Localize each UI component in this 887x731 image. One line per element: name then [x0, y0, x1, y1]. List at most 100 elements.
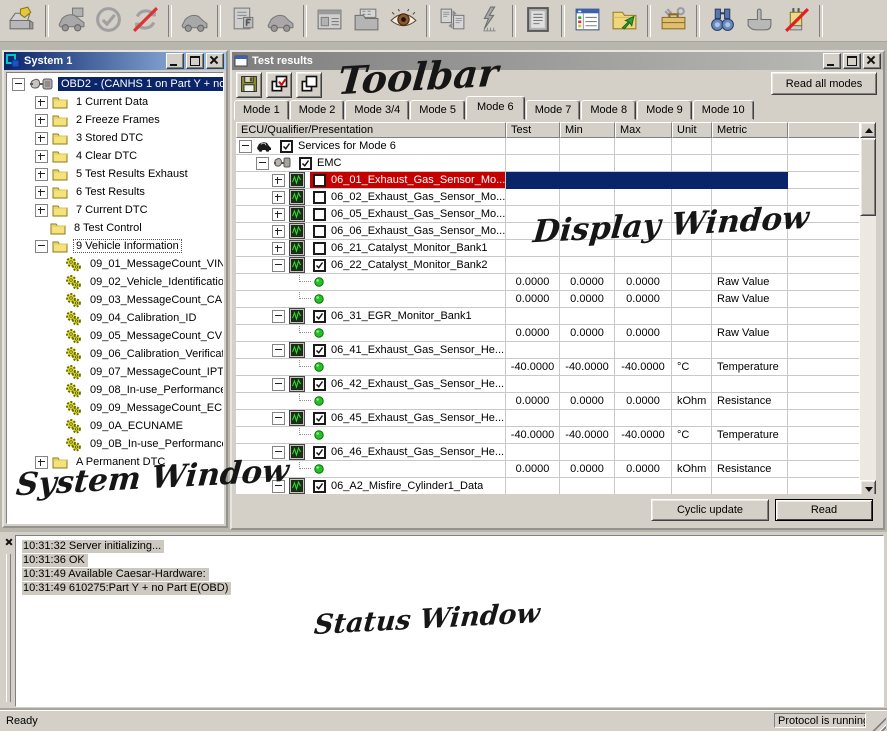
table-row[interactable]: 06_05_Exhaust_Gas_Sensor_Mo...: [236, 206, 860, 223]
read-all-modes-button[interactable]: Read all modes: [771, 72, 877, 95]
collapse-icon[interactable]: [239, 140, 252, 153]
checkbox[interactable]: [313, 191, 326, 204]
column-header-ecu-qualifier-presentation[interactable]: ECU/Qualifier/Presentation: [236, 122, 506, 138]
expand-icon[interactable]: [35, 96, 48, 109]
table-row[interactable]: 06_01_Exhaust_Gas_Sensor_Mo...: [236, 172, 860, 189]
expand-icon[interactable]: [272, 225, 285, 238]
tree-item[interactable]: 09_09_MessageCount_ECUN: [7, 399, 223, 417]
checkbox[interactable]: [313, 225, 326, 238]
table-row[interactable]: 0.00000.00000.0000kOhmResistance: [236, 393, 860, 410]
expand-icon[interactable]: [272, 191, 285, 204]
table-row[interactable]: 06_41_Exhaust_Gas_Sensor_He...: [236, 342, 860, 359]
expand-icon[interactable]: [35, 150, 48, 163]
table-row[interactable]: 0.00000.00000.0000Raw Value: [236, 291, 860, 308]
close-button[interactable]: [206, 53, 224, 69]
checkbox[interactable]: [313, 378, 326, 391]
toolbar-button-check-all[interactable]: [266, 72, 292, 98]
checkbox[interactable]: [313, 344, 326, 357]
tree-item[interactable]: 5 Test Results Exhaust: [7, 165, 223, 183]
column-header-metric[interactable]: Metric: [712, 122, 788, 138]
toolbar-button-disconnect[interactable]: [778, 3, 815, 39]
tree-item[interactable]: OBD2 - (CANHS 1 on Part Y + no: [7, 75, 223, 93]
table-row[interactable]: 0.00000.00000.0000kOhmResistance: [236, 461, 860, 478]
table-row[interactable]: 0.00000.00000.0000Raw Value: [236, 325, 860, 342]
table-row[interactable]: 06_21_Catalyst_Monitor_Bank1: [236, 240, 860, 257]
table-row[interactable]: 06_06_Exhaust_Gas_Sensor_Mo...: [236, 223, 860, 240]
tree-item[interactable]: A Permanent DTC: [7, 453, 223, 471]
read-button[interactable]: Read: [775, 499, 873, 521]
toolbar-button-folder-input[interactable]: [348, 3, 385, 39]
column-header-test[interactable]: Test: [506, 122, 560, 138]
tree-item[interactable]: 09_07_MessageCount_IPT: [7, 363, 223, 381]
tree-item[interactable]: 3 Stored DTC: [7, 129, 223, 147]
table-row[interactable]: EMC: [236, 155, 860, 172]
table-row[interactable]: -40.0000-40.0000-40.0000°CTemperature: [236, 427, 860, 444]
expand-icon[interactable]: [272, 242, 285, 255]
toolbar-button-vehicle[interactable]: [176, 3, 213, 39]
minimize-button[interactable]: [166, 53, 184, 69]
minimize-button[interactable]: [823, 53, 841, 69]
checkbox[interactable]: [313, 412, 326, 425]
close-button[interactable]: [863, 53, 881, 69]
expand-icon[interactable]: [272, 174, 285, 187]
toolbar-button-binoculars[interactable]: [704, 3, 741, 39]
vertical-scrollbar[interactable]: [859, 122, 876, 496]
tree-item[interactable]: 4 Clear DTC: [7, 147, 223, 165]
toolbar-button-data-grid[interactable]: [569, 3, 606, 39]
tab-mode-5[interactable]: Mode 5: [410, 100, 465, 120]
tree-item[interactable]: 09_06_Calibration_Verificatio: [7, 345, 223, 363]
table-row[interactable]: 06_31_EGR_Monitor_Bank1: [236, 308, 860, 325]
toolbar-button-save[interactable]: [236, 72, 262, 98]
tree-item[interactable]: 6 Test Results: [7, 183, 223, 201]
table-row[interactable]: 06_46_Exhaust_Gas_Sensor_He...: [236, 444, 860, 461]
expand-icon[interactable]: [35, 186, 48, 199]
table-row[interactable]: -40.0000-40.0000-40.0000°CTemperature: [236, 359, 860, 376]
toolbar-button-check-circle[interactable]: [90, 3, 127, 39]
collapse-icon[interactable]: [272, 446, 285, 459]
expand-icon[interactable]: [35, 456, 48, 469]
tree-item[interactable]: 09_0A_ECUNAME: [7, 417, 223, 435]
tree-item[interactable]: 1 Current Data: [7, 93, 223, 111]
toolbar-button-hand-point[interactable]: [741, 3, 778, 39]
collapse-icon[interactable]: [272, 310, 285, 323]
tab-mode-7[interactable]: Mode 7: [526, 100, 581, 120]
tab-mode-10[interactable]: Mode 10: [693, 100, 754, 120]
tree-item[interactable]: 7 Current DTC: [7, 201, 223, 219]
checkbox[interactable]: [313, 446, 326, 459]
tree-item[interactable]: 09_0B_In-use_Performance_: [7, 435, 223, 453]
tree-item[interactable]: 9 Vehicle Information: [7, 237, 223, 255]
table-row[interactable]: Services for Mode 6: [236, 138, 860, 155]
checkbox[interactable]: [280, 140, 293, 153]
table-row[interactable]: 06_A2_Misfire_Cylinder1_Data: [236, 478, 860, 495]
tree-item[interactable]: 09_05_MessageCount_CVN: [7, 327, 223, 345]
toolbar-button-log-doc[interactable]: [520, 3, 557, 39]
collapse-icon[interactable]: [272, 480, 285, 493]
tree-item[interactable]: 09_02_Vehicle_Identification: [7, 273, 223, 291]
table-row[interactable]: 06_22_Catalyst_Monitor_Bank2: [236, 257, 860, 274]
collapse-icon[interactable]: [272, 378, 285, 391]
resize-grip-icon[interactable]: [872, 717, 886, 731]
checkbox[interactable]: [313, 310, 326, 323]
tab-mode-6[interactable]: Mode 6: [466, 96, 525, 120]
collapse-icon[interactable]: [12, 78, 25, 91]
table-row[interactable]: 06_45_Exhaust_Gas_Sensor_He...: [236, 410, 860, 427]
scrollbar-thumb[interactable]: [860, 138, 876, 216]
checkbox[interactable]: [313, 242, 326, 255]
toolbar-button-eye[interactable]: [385, 3, 422, 39]
toolbar-button-sync-disabled[interactable]: [127, 3, 164, 39]
collapse-icon[interactable]: [256, 157, 269, 170]
pane-drag-handle[interactable]: [6, 554, 11, 702]
tab-mode-2[interactable]: Mode 2: [290, 100, 345, 120]
collapse-icon[interactable]: [272, 412, 285, 425]
tree-item[interactable]: 09_03_MessageCount_CALI: [7, 291, 223, 309]
expand-icon[interactable]: [35, 132, 48, 145]
expand-icon[interactable]: [35, 114, 48, 127]
toolbar-button-uncheck-all[interactable]: [296, 72, 322, 98]
toolbar-button-toolbox[interactable]: [655, 3, 692, 39]
tree-item[interactable]: 09_04_Calibration_ID: [7, 309, 223, 327]
column-header-min[interactable]: Min: [560, 122, 615, 138]
expand-icon[interactable]: [272, 208, 285, 221]
toolbar-button-car-silhouette[interactable]: [262, 3, 299, 39]
toolbar-button-card-reader[interactable]: [4, 3, 41, 39]
column-header-unit[interactable]: Unit: [672, 122, 712, 138]
